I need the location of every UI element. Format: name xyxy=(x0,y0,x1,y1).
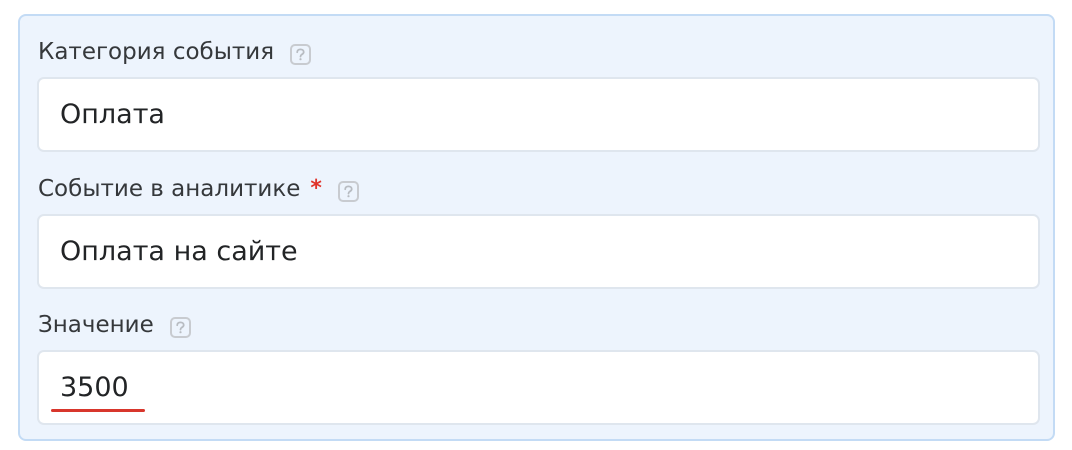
value-help-icon[interactable] xyxy=(169,317,191,338)
spellcheck-underline xyxy=(51,409,145,412)
category-label: Категория события xyxy=(38,39,275,65)
category-input[interactable] xyxy=(39,79,1038,150)
event-input[interactable] xyxy=(39,216,1038,287)
value-label: Значение xyxy=(38,312,154,338)
event-settings-panel: Категория события Событие в аналитике * … xyxy=(18,14,1055,441)
event-label: Событие в аналитике xyxy=(38,176,301,202)
value-field[interactable] xyxy=(37,350,1040,425)
event-label-row: Событие в аналитике * xyxy=(38,175,359,203)
event-field[interactable] xyxy=(37,214,1040,289)
value-label-row: Значение xyxy=(38,311,191,339)
category-help-icon[interactable] xyxy=(290,44,312,65)
value-input[interactable] xyxy=(39,352,1038,423)
event-help-icon[interactable] xyxy=(337,181,359,202)
category-label-row: Категория события xyxy=(38,38,312,66)
required-asterisk: * xyxy=(310,176,322,201)
category-field[interactable] xyxy=(37,77,1040,152)
